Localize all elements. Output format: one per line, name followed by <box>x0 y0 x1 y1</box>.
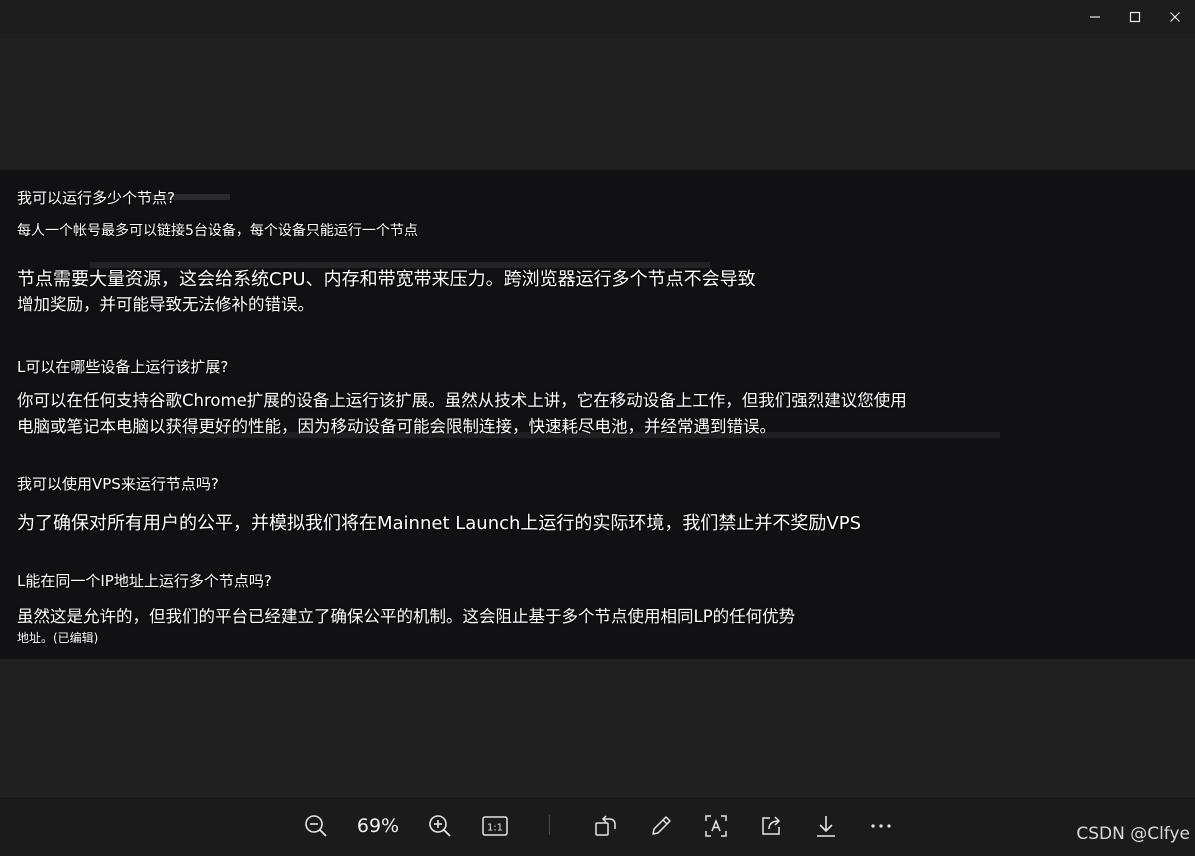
edit-button[interactable] <box>645 809 677 843</box>
doc-line-question-2: L可以在哪些设备上运行该扩展? <box>17 358 229 376</box>
photo-viewer-window: 我可以运行多少个节点? 每人一个帐号最多可以链接5台设备，每个设备只能运行一个节… <box>0 0 1195 856</box>
maximize-button[interactable] <box>1115 0 1155 34</box>
actual-size-button[interactable]: 1:1 <box>479 809 511 843</box>
doc-line-question-1: 我可以运行多少个节点? <box>17 189 175 207</box>
doc-line-answer-1a: 每人一个帐号最多可以链接5台设备，每个设备只能运行一个节点 <box>17 223 418 239</box>
displayed-image: 我可以运行多少个节点? 每人一个帐号最多可以链接5台设备，每个设备只能运行一个节… <box>0 170 1195 659</box>
doc-line-question-3: 我可以使用VPS来运行节点吗? <box>17 475 219 493</box>
zoom-out-button[interactable] <box>300 809 332 843</box>
zoom-out-icon <box>305 815 327 837</box>
actual-size-icon: 1:1 <box>482 816 508 836</box>
doc-line-answer-1b: 节点需要大量资源，这会给系统CPU、内存和带宽带来压力。跨浏览器运行多个节点不会… <box>17 269 756 290</box>
edit-icon <box>652 816 671 835</box>
doc-line-answer-1c: 增加奖励，并可能导致无法修补的错误。 <box>17 295 314 314</box>
maximize-icon <box>1129 11 1141 23</box>
toolbar-divider <box>549 815 550 835</box>
text-recognition-button[interactable] <box>700 809 732 843</box>
close-button[interactable] <box>1155 0 1195 34</box>
more-options-button[interactable] <box>865 809 897 843</box>
minimize-button[interactable] <box>1075 0 1115 34</box>
zoom-in-icon <box>429 815 451 837</box>
download-icon <box>817 816 835 837</box>
image-canvas[interactable]: 我可以运行多少个节点? 每人一个帐号最多可以链接5台设备，每个设备只能运行一个节… <box>0 34 1195 794</box>
share-icon <box>762 816 781 835</box>
minimize-icon <box>1090 16 1100 18</box>
rotate-icon <box>595 815 616 836</box>
title-bar <box>0 0 1195 34</box>
zoom-level[interactable]: 69% <box>350 809 406 843</box>
watermark: CSDN @Clfye <box>1076 824 1190 844</box>
ocr-icon <box>705 815 727 837</box>
doc-line-answer-2b: 电脑或笔记本电脑以获得更好的性能，因为移动设备可能会限制连接，快速耗尽电池，并经… <box>17 417 776 436</box>
doc-line-answer-4b: 地址。(已编辑) <box>17 631 99 645</box>
close-icon <box>1170 12 1180 22</box>
doc-line-answer-3a: 为了确保对所有用户的公平，并模拟我们将在Mainnet Launch上运行的实际… <box>17 513 862 534</box>
download-button[interactable] <box>810 809 842 843</box>
window-controls <box>1075 0 1195 34</box>
doc-line-question-4: L能在同一个IP地址上运行多个节点吗? <box>17 572 272 590</box>
doc-line-answer-4a: 虽然这是允许的，但我们的平台已经建立了确保公平的机制。这会阻止基于多个节点使用相… <box>17 607 796 626</box>
rotate-button[interactable] <box>590 809 622 843</box>
svg-text:1:1: 1:1 <box>487 823 503 834</box>
bottom-toolbar: 69% 1:1 <box>0 796 1195 856</box>
doc-line-answer-2a: 你可以在任何支持谷歌Chrome扩展的设备上运行该扩展。虽然从技术上讲，它在移动… <box>17 391 907 410</box>
more-icon <box>871 824 891 828</box>
share-button[interactable] <box>755 809 787 843</box>
zoom-in-button[interactable] <box>424 809 456 843</box>
